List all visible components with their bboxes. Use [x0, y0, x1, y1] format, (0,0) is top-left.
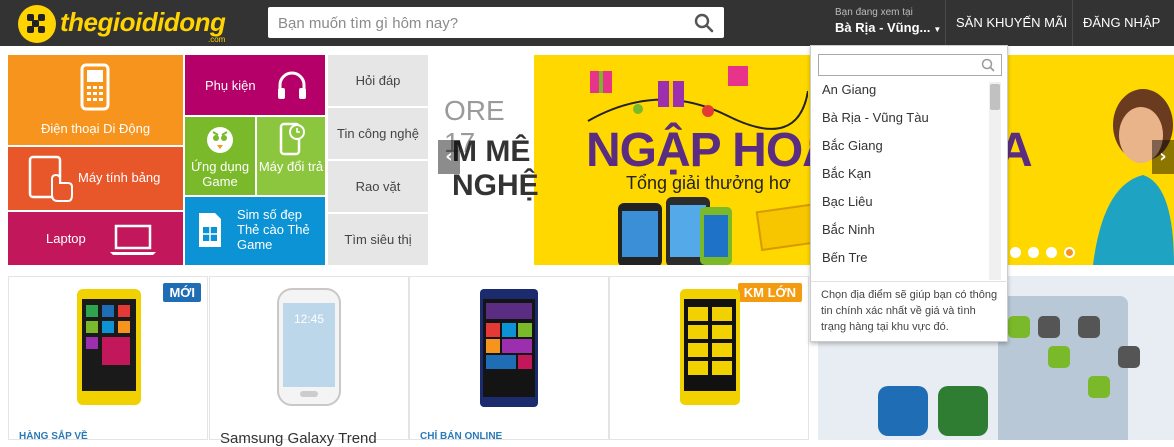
category-laptop-label: Laptop: [46, 231, 86, 246]
logo-text: thegioididong: [60, 7, 226, 37]
quick-link-label: Rao vặt: [355, 179, 401, 194]
banner-phones-image: [618, 197, 732, 265]
banner-next-arrow[interactable]: ›: [1152, 140, 1174, 174]
dropdown-divider: [811, 281, 1009, 282]
tablet-touch-icon: [28, 155, 73, 202]
product-image: [77, 289, 141, 405]
header-divider: [945, 0, 946, 46]
location-dropdown: An Giang Bà Rịa - Vũng Tàu Bắc Giang Bắc…: [810, 45, 1009, 342]
location-option[interactable]: Bến Tre: [811, 250, 989, 278]
location-option[interactable]: Bà Rịa - Vũng Tàu: [811, 110, 989, 138]
quick-link-label: Tìm siêu thị: [344, 232, 412, 247]
site-logo[interactable]: thegioididong .com: [18, 5, 238, 44]
category-accessories-label: Phụ kiện: [205, 78, 256, 93]
product-tag: HÀNG SẮP VỀ: [19, 431, 88, 442]
location-option[interactable]: Bắc Giang: [811, 138, 989, 166]
category-accessories[interactable]: Phụ kiện: [185, 55, 325, 115]
search-icon: [981, 58, 995, 72]
laptop-icon: [110, 224, 156, 255]
phone-clock-icon: [279, 122, 305, 156]
location-selector[interactable]: Bạn đang xem tại Bà Rịa - Vũng... ▼: [835, 7, 945, 41]
product-card[interactable]: 12:45 Samsung Galaxy Trend: [209, 276, 409, 447]
product-name[interactable]: Samsung Galaxy Trend: [220, 430, 377, 447]
product-badge: KM LỚN: [737, 283, 802, 302]
category-trade-in[interactable]: Máy đổi trả: [257, 117, 325, 195]
product-card[interactable]: CHỈ BÁN ONLINE: [409, 276, 609, 442]
quick-link-label: Tin công nghệ: [337, 126, 419, 141]
category-tablet[interactable]: Máy tính bảng: [8, 147, 183, 210]
promo-link[interactable]: SĂN KHUYẾN MÃI: [956, 15, 1067, 30]
search-input[interactable]: [278, 13, 678, 33]
carousel-dot[interactable]: [1028, 247, 1039, 258]
category-sim-label: Sim số đẹp Thẻ cào Thẻ Game: [237, 207, 310, 252]
product-image: 12:45: [277, 288, 341, 406]
logo-domain: .com: [208, 35, 226, 44]
product-card[interactable]: KM LỚN: [609, 276, 809, 440]
category-tablet-label: Máy tính bảng: [78, 170, 161, 185]
quick-link-tech-news[interactable]: Tin công nghệ: [328, 108, 428, 159]
headphones-icon: [278, 71, 306, 99]
search-icon[interactable]: [694, 13, 714, 33]
location-caption: Bạn đang xem tại: [835, 7, 913, 18]
top-header: thegioididong .com Bạn đang xem tại Bà R…: [0, 0, 1174, 46]
sim-card-icon: [199, 213, 221, 247]
category-sim[interactable]: Sim số đẹp Thẻ cào Thẻ Game: [185, 197, 325, 265]
location-value[interactable]: Bà Rịa - Vũng...: [835, 20, 930, 35]
location-option[interactable]: Bạc Liêu: [811, 194, 989, 222]
caret-down-icon[interactable]: ▼: [933, 25, 941, 34]
category-apps[interactable]: Ứng dụng Game: [185, 117, 255, 195]
category-trade-in-label: Máy đổi trả: [258, 159, 324, 174]
carousel-dot[interactable]: [1010, 247, 1021, 258]
game-bird-icon: [207, 127, 233, 153]
banner-peek-text: NGHỆ: [452, 169, 539, 202]
product-badge: MỚI: [163, 283, 201, 302]
category-phone[interactable]: Điện thoại Di Động: [8, 55, 183, 145]
category-apps-label: Ứng dụng Game: [190, 159, 250, 189]
banner-prev-arrow[interactable]: ‹: [438, 140, 460, 174]
banner-subline: Tổng giải thưởng hơ: [626, 173, 791, 193]
product-image: [480, 289, 538, 407]
svg-text:12:45: 12:45: [294, 312, 324, 326]
banner-peek-text: M MÊ: [452, 135, 531, 168]
product-card[interactable]: MỚI HÀNG SẮP VỀ: [8, 276, 208, 442]
product-tag: CHỈ BÁN ONLINE: [420, 431, 503, 442]
carousel-dot-active[interactable]: [1064, 247, 1075, 258]
search-box: [268, 7, 724, 38]
login-link[interactable]: ĐĂNG NHẬP: [1083, 15, 1160, 30]
location-list: An Giang Bà Rịa - Vũng Tàu Bắc Giang Bắc…: [811, 82, 989, 280]
location-option[interactable]: Bắc Ninh: [811, 222, 989, 250]
quick-link-classifieds[interactable]: Rao vặt: [328, 161, 428, 212]
location-list-scrollbar[interactable]: [989, 82, 1001, 280]
product-image: [680, 289, 740, 405]
header-divider: [1072, 0, 1073, 46]
location-option[interactable]: Bắc Kạn: [811, 166, 989, 194]
gift-boxes-decoration: [587, 66, 808, 130]
carousel-dot[interactable]: [1046, 247, 1057, 258]
location-search-input[interactable]: [818, 54, 1002, 76]
quick-link-store-finder[interactable]: Tìm siêu thị: [328, 214, 428, 265]
category-laptop[interactable]: Laptop: [8, 212, 183, 265]
phone-icon: [80, 63, 110, 111]
location-hint: Chọn địa điểm sẽ giúp bạn có thông tin c…: [821, 289, 998, 333]
category-phone-label: Điện thoại Di Động: [40, 121, 151, 136]
location-option[interactable]: An Giang: [811, 82, 989, 110]
quick-link-faq[interactable]: Hỏi đáp: [328, 55, 428, 106]
banner-headline: NGẬP HOA: [586, 124, 837, 177]
logo-mark-icon: [18, 5, 56, 43]
promo-banner[interactable]: ORE 17 M MÊ NGHỆ NGẬP HOA A Tổng giải th…: [438, 55, 1174, 265]
quick-link-label: Hỏi đáp: [355, 73, 401, 88]
scrollbar-thumb[interactable]: [990, 84, 1000, 110]
